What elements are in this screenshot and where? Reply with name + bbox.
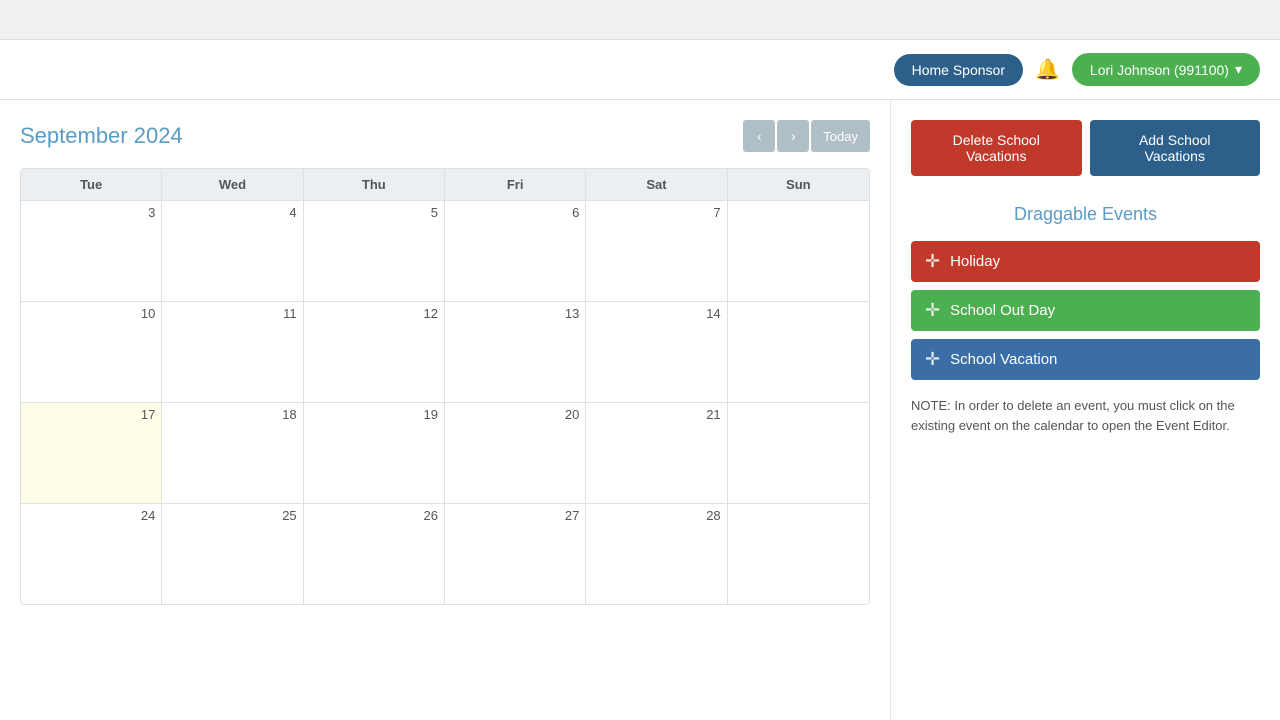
cell-number: 4 — [168, 205, 296, 220]
calendar-cell[interactable] — [728, 504, 869, 604]
day-header-sat: Sat — [586, 169, 727, 200]
cell-number: 18 — [168, 407, 296, 422]
draggable-events-list: ✛ Holiday ✛ School Out Day ✛ School Vacation — [911, 241, 1260, 380]
add-school-vacations-button[interactable]: Add School Vacations — [1090, 120, 1261, 176]
draggable-label: School Out Day — [950, 302, 1055, 319]
day-header-sun: Sun — [728, 169, 869, 200]
action-buttons: Delete School Vacations Add School Vacat… — [911, 120, 1260, 176]
cell-number: 11 — [168, 306, 296, 321]
next-month-button[interactable]: › — [777, 120, 809, 152]
calendar-cell[interactable]: 18 — [162, 403, 303, 503]
calendar-body: 34567 10 11 12 13 14 17 18 19 20 21 24 25 26 27 28 — [21, 200, 869, 604]
calendar-cell[interactable]: 27 — [445, 504, 586, 604]
cell-number: 6 — [451, 205, 579, 220]
user-menu-button[interactable]: Lori Johnson (991100) ▾ — [1072, 53, 1260, 86]
cell-number: 3 — [27, 205, 155, 220]
cell-number: 12 — [310, 306, 438, 321]
calendar-cell[interactable]: 28 — [586, 504, 727, 604]
calendar-cell[interactable] — [728, 302, 869, 402]
draggable-school-out[interactable]: ✛ School Out Day — [911, 290, 1260, 331]
cell-number: 24 — [27, 508, 155, 523]
header: Home Sponsor 🔔 Lori Johnson (991100) ▾ — [0, 40, 1280, 100]
draggable-label: School Vacation — [950, 351, 1057, 368]
cell-number: 25 — [168, 508, 296, 523]
calendar-header: September 2024 ‹ › Today — [20, 120, 870, 152]
main-content: September 2024 ‹ › Today TueWedThuFriSat… — [0, 100, 1280, 720]
day-header-thu: Thu — [304, 169, 445, 200]
cell-number: 10 — [27, 306, 155, 321]
days-header: TueWedThuFriSatSun — [21, 169, 869, 200]
calendar-cell[interactable]: 14 — [586, 302, 727, 402]
day-header-wed: Wed — [162, 169, 303, 200]
calendar-area: September 2024 ‹ › Today TueWedThuFriSat… — [0, 100, 890, 720]
calendar-cell[interactable]: 13 — [445, 302, 586, 402]
home-sponsor-button[interactable]: Home Sponsor — [894, 54, 1023, 86]
calendar-cell[interactable]: 12 — [304, 302, 445, 402]
cell-number: 28 — [592, 508, 720, 523]
cell-number: 17 — [27, 407, 155, 422]
calendar-cell[interactable]: 26 — [304, 504, 445, 604]
cell-number: 19 — [310, 407, 438, 422]
draggable-label: Holiday — [950, 253, 1000, 270]
delete-school-vacations-button[interactable]: Delete School Vacations — [911, 120, 1082, 176]
calendar-cell[interactable]: 10 — [21, 302, 162, 402]
calendar-week-3: 24 25 26 27 28 — [21, 503, 869, 604]
calendar-cell[interactable]: 4 — [162, 201, 303, 301]
note-text: NOTE: In order to delete an event, you m… — [911, 396, 1260, 435]
user-chevron-icon: ▾ — [1235, 61, 1242, 78]
calendar-cell[interactable]: 6 — [445, 201, 586, 301]
calendar-cell[interactable]: 11 — [162, 302, 303, 402]
draggable-holiday[interactable]: ✛ Holiday — [911, 241, 1260, 282]
drag-handle-icon: ✛ — [925, 349, 940, 370]
calendar-cell[interactable] — [728, 403, 869, 503]
top-bar — [0, 0, 1280, 40]
drag-handle-icon: ✛ — [925, 251, 940, 272]
calendar-grid: TueWedThuFriSatSun 34567 10 11 12 13 14 17 18 19… — [20, 168, 870, 605]
calendar-cell[interactable]: 3 — [21, 201, 162, 301]
calendar-cell[interactable]: 20 — [445, 403, 586, 503]
cell-number: 13 — [451, 306, 579, 321]
calendar-cell[interactable]: 21 — [586, 403, 727, 503]
cell-number: 26 — [310, 508, 438, 523]
calendar-week-1: 10 11 12 13 14 — [21, 301, 869, 402]
draggable-school-vacation[interactable]: ✛ School Vacation — [911, 339, 1260, 380]
calendar-cell[interactable]: 19 — [304, 403, 445, 503]
calendar-week-0: 34567 — [21, 200, 869, 301]
calendar-week-2: 17 18 19 20 21 — [21, 402, 869, 503]
cell-number: 21 — [592, 407, 720, 422]
day-header-tue: Tue — [21, 169, 162, 200]
prev-month-button[interactable]: ‹ — [743, 120, 775, 152]
cell-number: 14 — [592, 306, 720, 321]
nav-buttons: ‹ › Today — [743, 120, 870, 152]
cell-number: 5 — [310, 205, 438, 220]
calendar-cell[interactable]: 24 — [21, 504, 162, 604]
calendar-cell[interactable]: 5 — [304, 201, 445, 301]
calendar-cell[interactable]: 25 — [162, 504, 303, 604]
cell-number: 7 — [592, 205, 720, 220]
cell-number: 20 — [451, 407, 579, 422]
calendar-cell[interactable] — [728, 201, 869, 301]
calendar-cell[interactable]: 17 — [21, 403, 162, 503]
cell-number: 27 — [451, 508, 579, 523]
day-header-fri: Fri — [445, 169, 586, 200]
today-button[interactable]: Today — [811, 120, 870, 152]
right-sidebar: Delete School Vacations Add School Vacat… — [890, 100, 1280, 720]
draggable-events-title: Draggable Events — [911, 204, 1260, 225]
calendar-cell[interactable]: 7 — [586, 201, 727, 301]
user-label: Lori Johnson (991100) — [1090, 62, 1229, 78]
drag-handle-icon: ✛ — [925, 300, 940, 321]
calendar-title: September 2024 — [20, 123, 743, 149]
bell-icon[interactable]: 🔔 — [1035, 57, 1060, 82]
